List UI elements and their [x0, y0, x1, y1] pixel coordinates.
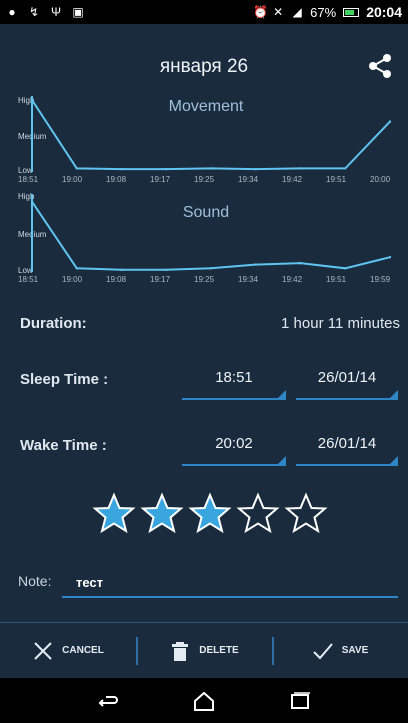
- star-filled-icon[interactable]: [92, 492, 136, 536]
- wake-time-picker[interactable]: 20:02: [182, 430, 286, 466]
- wake-date-picker[interactable]: 26/01/14: [296, 430, 398, 466]
- sound-chart-plot: [30, 194, 392, 272]
- x-tick: 19:25: [194, 175, 215, 184]
- sleep-date-picker[interactable]: 26/01/14: [296, 364, 398, 400]
- trash-icon: [172, 641, 189, 661]
- cancel-button[interactable]: CANCEL: [0, 623, 136, 678]
- x-tick: 19:34: [238, 275, 259, 284]
- x-tick: 19:17: [150, 175, 171, 184]
- signal-icon: ◢: [292, 5, 302, 19]
- x-tick: 18:51: [18, 275, 39, 284]
- data-point: [388, 256, 392, 259]
- check-icon: [313, 642, 333, 659]
- star-empty-icon[interactable]: [236, 492, 280, 536]
- clock: 20:04: [366, 4, 402, 20]
- x-tick: 19:42: [282, 275, 303, 284]
- movement-chart: Movement High Medium Low 18:51 19:00 19:…: [18, 92, 394, 186]
- usb-icon: Ψ: [50, 5, 62, 19]
- data-point: [254, 263, 257, 266]
- save-button[interactable]: SAVE: [272, 623, 408, 678]
- data-point: [299, 167, 302, 170]
- recent-apps-icon[interactable]: [288, 691, 312, 711]
- image-icon: ▣: [72, 5, 84, 19]
- rating-stars[interactable]: [92, 492, 328, 538]
- status-bar: ● ↯ Ψ ▣ ⏰ ✕ ◢ 67% 20:04: [0, 0, 408, 24]
- x-tick: 19:17: [150, 275, 171, 284]
- alarm-icon: ⏰: [253, 5, 269, 19]
- movement-x-ticks: 18:51 19:00 19:08 19:17 19:25 19:34 19:4…: [18, 175, 394, 186]
- data-point: [209, 267, 213, 270]
- navigation-bar: [0, 678, 408, 723]
- note-input[interactable]: [62, 568, 398, 598]
- x-tick: 19:00: [62, 175, 83, 184]
- data-point: [165, 268, 168, 271]
- data-point: [120, 167, 123, 171]
- data-point: [30, 98, 34, 102]
- x-tick: 19:51: [326, 275, 347, 284]
- cancel-label: CANCEL: [62, 645, 104, 656]
- action-bar: CANCEL DELETE SAVE: [0, 622, 408, 678]
- data-point: [30, 200, 34, 203]
- sound-x-ticks: 18:51 19:00 19:08 19:17 19:25 19:34 19:4…: [18, 275, 394, 286]
- battery-percent: 67%: [310, 4, 337, 20]
- x-tick: 19:08: [106, 275, 127, 284]
- series-line: [31, 99, 391, 171]
- data-point: [120, 268, 123, 271]
- close-icon: [34, 641, 52, 660]
- header: января 26: [0, 24, 408, 92]
- back-icon[interactable]: [96, 691, 120, 711]
- x-tick: 19:00: [62, 275, 83, 284]
- delete-label: DELETE: [199, 645, 239, 656]
- mute-icon: ✕: [273, 5, 284, 19]
- star-empty-icon[interactable]: [284, 492, 328, 536]
- chat-icon: ●: [8, 5, 16, 19]
- sleep-time-picker[interactable]: 18:51: [182, 364, 286, 400]
- star-filled-icon[interactable]: [140, 492, 184, 536]
- missed-call-icon: ↯: [28, 5, 40, 19]
- note-label: Note:: [18, 573, 52, 589]
- data-point: [388, 120, 392, 123]
- x-tick: 19:51: [326, 175, 347, 184]
- movement-chart-plot: [30, 96, 392, 172]
- home-icon[interactable]: [192, 691, 216, 711]
- save-label: SAVE: [341, 645, 369, 656]
- x-tick: 19:34: [238, 175, 259, 184]
- share-icon[interactable]: [366, 52, 394, 80]
- x-tick: 20:00: [370, 175, 391, 184]
- star-filled-icon[interactable]: [188, 492, 232, 536]
- x-tick: 19:59: [370, 275, 391, 284]
- data-point: [75, 167, 78, 170]
- data-point: [254, 167, 257, 171]
- battery-icon: [343, 7, 360, 17]
- x-tick: 18:51: [18, 175, 39, 184]
- data-point: [209, 167, 213, 170]
- x-tick: 19:42: [282, 175, 303, 184]
- delete-button[interactable]: DELETE: [136, 623, 272, 678]
- data-point: [344, 267, 347, 270]
- wake-time-label: Wake Time :: [20, 437, 107, 454]
- page-title: января 26: [159, 56, 249, 77]
- series-line: [31, 201, 391, 271]
- data-point: [165, 167, 168, 171]
- sleep-time-label: Sleep Time :: [20, 371, 109, 388]
- duration-value: 1 hour 11 minutes: [281, 315, 400, 332]
- data-point: [344, 167, 347, 170]
- data-point: [299, 261, 302, 265]
- duration-label: Duration:: [20, 315, 87, 332]
- sound-chart: Sound High Medium Low 18:51 19:00 19:08 …: [18, 190, 394, 286]
- data-point: [75, 267, 78, 270]
- x-tick: 19:25: [194, 275, 215, 284]
- x-tick: 19:08: [106, 175, 127, 184]
